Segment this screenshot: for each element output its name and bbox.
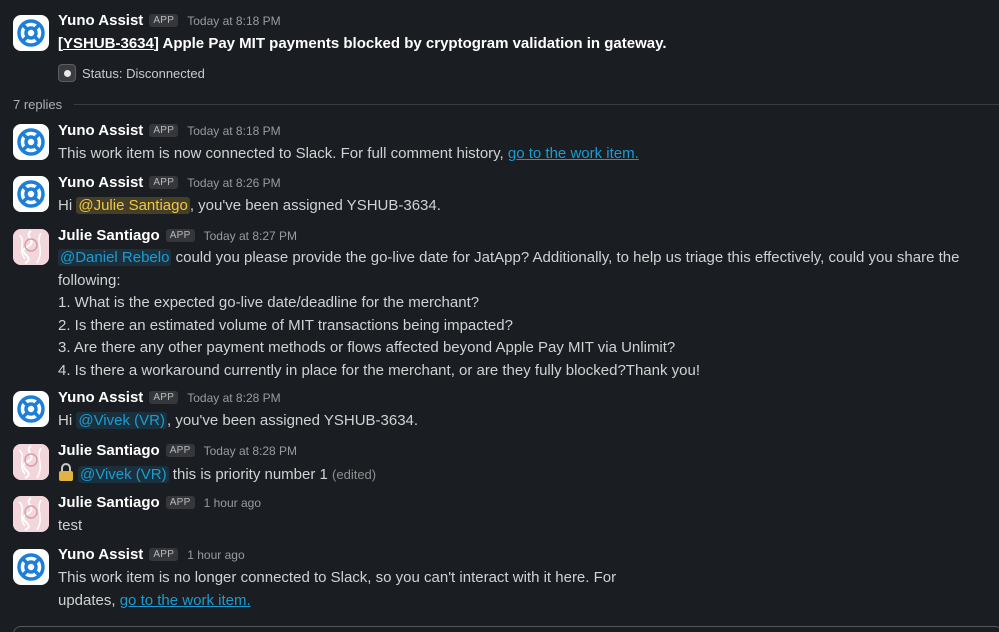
user-mention[interactable]: @Vivek (VR) bbox=[76, 412, 167, 429]
status-text: Status: Disconnected bbox=[82, 65, 205, 81]
message-header: Yuno Assist APP Today at 8:18 PM bbox=[58, 12, 281, 29]
lock-icon bbox=[59, 463, 73, 481]
lifebuoy-icon bbox=[17, 19, 45, 47]
sender-name[interactable]: Yuno Assist bbox=[58, 546, 143, 563]
work-item-link[interactable]: go to the work item. bbox=[120, 592, 251, 609]
sender-name[interactable]: Yuno Assist bbox=[58, 122, 143, 139]
yuno-assist-avatar[interactable] bbox=[13, 124, 49, 160]
timestamp[interactable]: Today at 8:28 PM bbox=[187, 391, 280, 405]
yuno-assist-avatar[interactable] bbox=[13, 549, 49, 585]
message-header: Yuno Assist APP Today at 8:26 PM bbox=[58, 174, 281, 191]
list-item: 4. Is there a workaround currently in pl… bbox=[58, 361, 700, 379]
message-text: This work item is now connected to Slack… bbox=[58, 145, 508, 162]
message-header: Julie Santiago APP Today at 8:27 PM bbox=[58, 227, 297, 244]
user-mention[interactable]: @Daniel Rebelo bbox=[58, 249, 172, 266]
app-badge: APP bbox=[149, 391, 179, 404]
lifebuoy-icon bbox=[17, 180, 45, 208]
lifebuoy-icon bbox=[17, 128, 45, 156]
ticket-title: Apple Pay MIT payments blocked by crypto… bbox=[162, 35, 667, 52]
list-item: 1. What is the expected go-live date/dea… bbox=[58, 294, 480, 311]
sender-name[interactable]: Yuno Assist bbox=[58, 12, 143, 29]
app-badge: APP bbox=[165, 496, 195, 509]
message-text: Hi bbox=[58, 412, 77, 429]
app-badge: APP bbox=[149, 124, 179, 137]
message-text: could you please provide the go-live dat… bbox=[58, 249, 960, 289]
message-text: , you've been assigned YSHUB-3634. bbox=[189, 197, 441, 214]
sender-name[interactable]: Julie Santiago bbox=[58, 442, 160, 459]
message-text: updates, bbox=[58, 591, 120, 609]
sender-name[interactable]: Yuno Assist bbox=[58, 174, 143, 191]
sender-name[interactable]: Julie Santiago bbox=[58, 494, 160, 511]
app-badge: APP bbox=[149, 14, 179, 27]
list-item: 2. Is there an estimated volume of MIT t… bbox=[58, 316, 513, 334]
app-badge: APP bbox=[149, 548, 179, 561]
timestamp[interactable]: Today at 8:26 PM bbox=[187, 176, 280, 190]
lifebuoy-icon bbox=[17, 395, 45, 423]
status-dot-icon bbox=[58, 64, 76, 82]
yuno-assist-avatar[interactable] bbox=[13, 176, 49, 212]
sender-name[interactable]: Julie Santiago bbox=[58, 227, 160, 244]
replies-divider: 7 replies bbox=[13, 97, 999, 112]
timestamp[interactable]: 1 hour ago bbox=[204, 496, 261, 510]
app-badge: APP bbox=[165, 444, 195, 457]
message-body: Hi @Vivek (VR), you've been assigned YSH… bbox=[58, 410, 969, 433]
message-body: This work item is no longer connected to… bbox=[58, 567, 969, 612]
ticket-link[interactable]: YSHUB-3634 bbox=[63, 35, 154, 52]
message-text: this is priority number 1 bbox=[168, 466, 333, 483]
message-paragraph: @Daniel Rebelo could you please provide … bbox=[58, 247, 968, 292]
message-header: Julie Santiago APP Today at 8:28 PM bbox=[58, 442, 297, 459]
timestamp[interactable]: Today at 8:28 PM bbox=[204, 444, 297, 458]
sketch-avatar-icon bbox=[13, 444, 49, 480]
sketch-avatar-icon bbox=[13, 229, 49, 265]
message-body: This work item is now connected to Slack… bbox=[58, 143, 969, 166]
timestamp[interactable]: 1 hour ago bbox=[187, 548, 244, 562]
message-header: Yuno Assist APP Today at 8:18 PM bbox=[58, 122, 281, 139]
message-text: Hi bbox=[58, 197, 77, 214]
julie-santiago-avatar[interactable] bbox=[13, 229, 49, 265]
sketch-avatar-icon bbox=[13, 496, 49, 532]
message-header: Yuno Assist APP Today at 8:28 PM bbox=[58, 389, 281, 406]
yuno-assist-avatar[interactable] bbox=[13, 15, 49, 51]
julie-santiago-avatar[interactable] bbox=[13, 444, 49, 480]
status-row: Status: Disconnected bbox=[58, 64, 205, 82]
lifebuoy-icon bbox=[17, 553, 45, 581]
user-mention[interactable]: @Vivek (VR) bbox=[78, 466, 169, 483]
message-body: test bbox=[58, 515, 969, 538]
message-header: Yuno Assist APP 1 hour ago bbox=[58, 546, 245, 563]
divider-line bbox=[74, 104, 999, 105]
message-body: @Daniel Rebelo could you please provide … bbox=[58, 247, 968, 382]
message-text: test bbox=[58, 517, 83, 534]
message-header: Julie Santiago APP 1 hour ago bbox=[58, 494, 261, 511]
app-badge: APP bbox=[165, 229, 195, 242]
timestamp[interactable]: Today at 8:27 PM bbox=[204, 229, 297, 243]
list-item: 3. Are there any other payment methods o… bbox=[58, 339, 676, 356]
replies-count: 7 replies bbox=[13, 97, 63, 112]
timestamp[interactable]: Today at 8:18 PM bbox=[187, 124, 280, 138]
message-text: This work item is no longer connected to… bbox=[58, 569, 617, 586]
timestamp[interactable]: Today at 8:18 PM bbox=[187, 14, 280, 28]
edited-label: (edited) bbox=[332, 467, 377, 482]
app-badge: APP bbox=[149, 176, 179, 189]
julie-santiago-avatar[interactable] bbox=[13, 496, 49, 532]
message-composer[interactable] bbox=[13, 626, 999, 632]
message-body: Hi @Julie Santiago, you've been assigned… bbox=[58, 195, 969, 218]
user-mention[interactable]: @Julie Santiago bbox=[76, 197, 190, 214]
message-body: [YSHUB-3634] Apple Pay MIT payments bloc… bbox=[58, 35, 667, 52]
sender-name[interactable]: Yuno Assist bbox=[58, 389, 143, 406]
work-item-link[interactable]: go to the work item. bbox=[508, 145, 639, 162]
yuno-assist-avatar[interactable] bbox=[13, 391, 49, 427]
message-text: , you've been assigned YSHUB-3634. bbox=[166, 412, 419, 429]
message-body: @Vivek (VR) this is priority number 1 (e… bbox=[58, 463, 969, 487]
